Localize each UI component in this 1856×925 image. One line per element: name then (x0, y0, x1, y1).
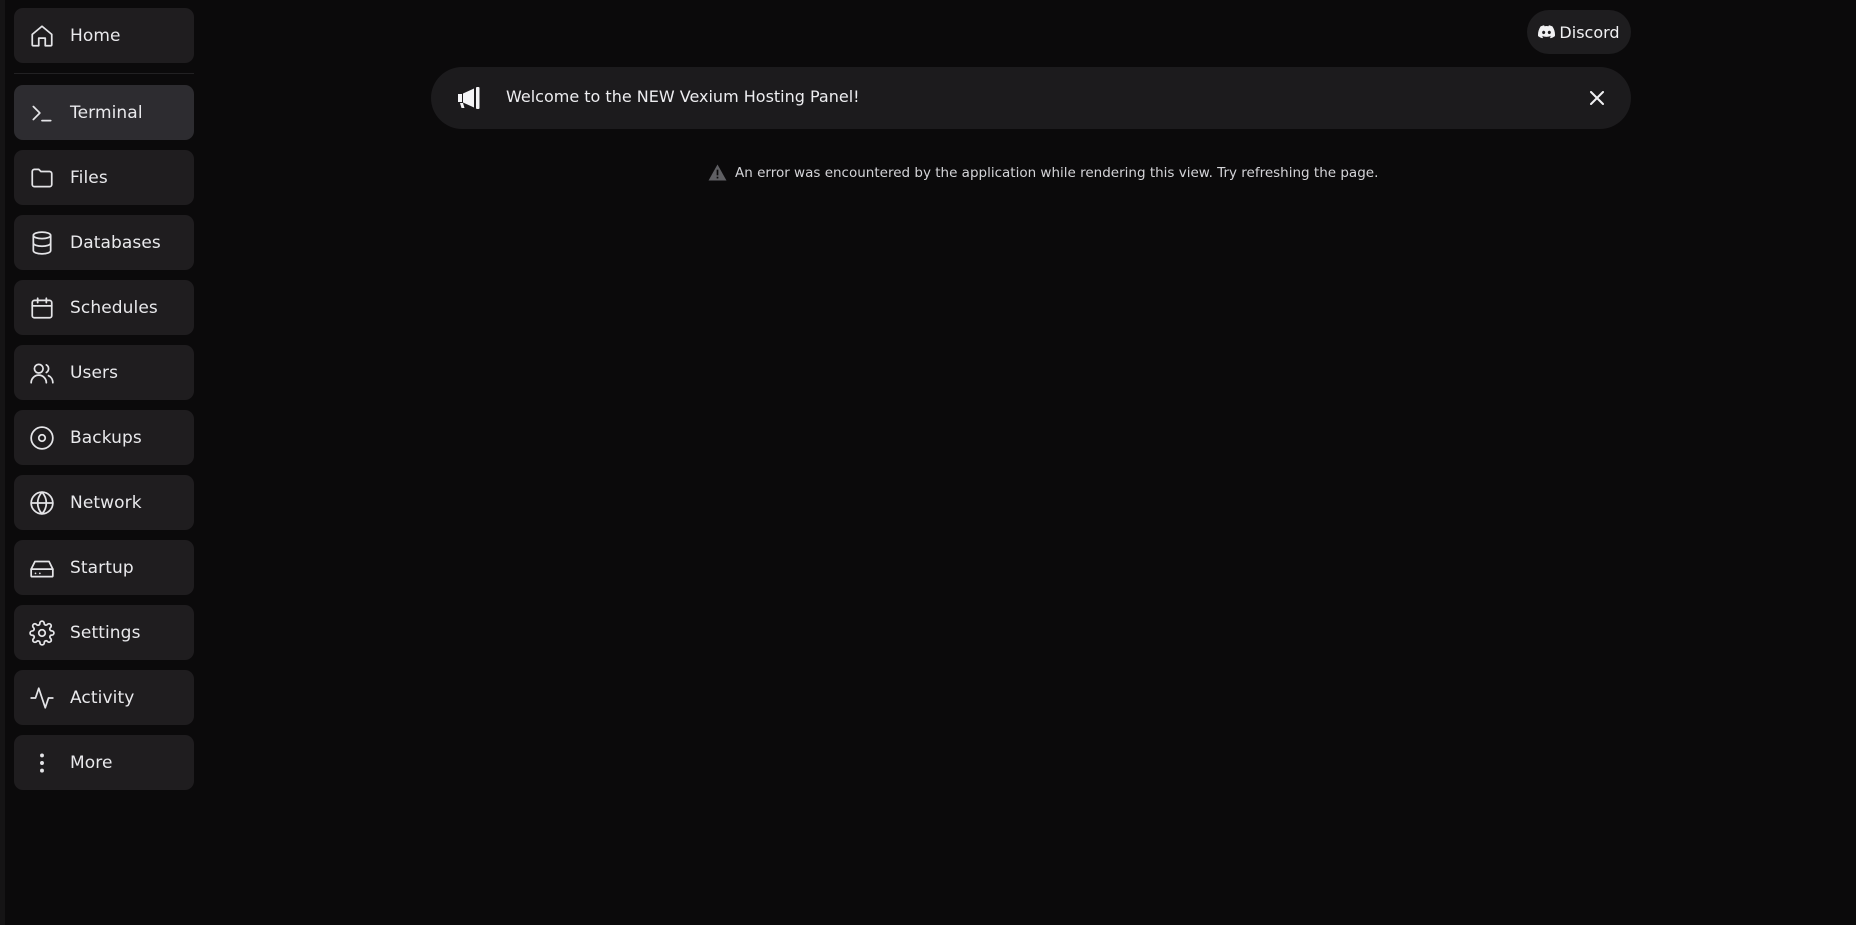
warning-icon (708, 164, 727, 181)
sidebar-item-label: More (70, 752, 113, 773)
sidebar-item-label: Users (70, 362, 119, 383)
hard-drive-icon (29, 555, 55, 581)
sidebar-item-label: Backups (70, 427, 142, 448)
discord-label: Discord (1559, 22, 1620, 42)
sidebar-item-users[interactable]: Users (14, 345, 194, 400)
megaphone-icon (455, 84, 483, 112)
sidebar-item-backups[interactable]: Backups (14, 410, 194, 465)
sidebar-item-label: Settings (70, 622, 141, 643)
sidebar-item-databases[interactable]: Databases (14, 215, 194, 270)
sidebar-item-label: Home (70, 25, 121, 46)
sidebar-item-label: Network (70, 492, 142, 513)
gear-icon (29, 619, 55, 646)
sidebar-item-home[interactable]: Home (14, 8, 194, 63)
globe-icon (29, 490, 55, 516)
nav-divider (14, 73, 194, 74)
sidebar-item-label: Schedules (70, 297, 158, 318)
disc-icon (29, 425, 55, 451)
sidebar: Home Terminal Files Databases Schedules … (14, 8, 194, 800)
users-icon (29, 360, 55, 386)
database-icon (29, 230, 55, 256)
sidebar-item-label: Activity (70, 687, 135, 708)
sidebar-item-files[interactable]: Files (14, 150, 194, 205)
calendar-icon (29, 295, 55, 321)
sidebar-item-startup[interactable]: Startup (14, 540, 194, 595)
home-icon (29, 23, 55, 49)
sidebar-item-label: Databases (70, 232, 161, 253)
sidebar-item-settings[interactable]: Settings (14, 605, 194, 660)
discord-button[interactable]: Discord (1527, 10, 1631, 54)
sidebar-item-label: Terminal (70, 102, 143, 123)
error-message: An error was encountered by the applicat… (708, 164, 1378, 181)
discord-icon (1538, 25, 1556, 39)
sidebar-item-label: Files (70, 167, 108, 188)
error-text: An error was encountered by the applicat… (735, 164, 1379, 181)
left-edge (0, 0, 5, 925)
sidebar-item-network[interactable]: Network (14, 475, 194, 530)
sidebar-item-terminal[interactable]: Terminal (14, 85, 194, 140)
sidebar-item-label: Startup (70, 557, 134, 578)
folder-icon (29, 165, 55, 191)
sidebar-item-activity[interactable]: Activity (14, 670, 194, 725)
announcement-banner: Welcome to the NEW Vexium Hosting Panel! (431, 67, 1631, 129)
sidebar-item-more[interactable]: More (14, 735, 194, 790)
terminal-icon (29, 100, 55, 126)
activity-icon (29, 685, 55, 711)
announcement-text: Welcome to the NEW Vexium Hosting Panel! (506, 87, 860, 106)
more-vertical-icon (29, 750, 55, 776)
close-icon[interactable] (1585, 86, 1609, 110)
sidebar-item-schedules[interactable]: Schedules (14, 280, 194, 335)
